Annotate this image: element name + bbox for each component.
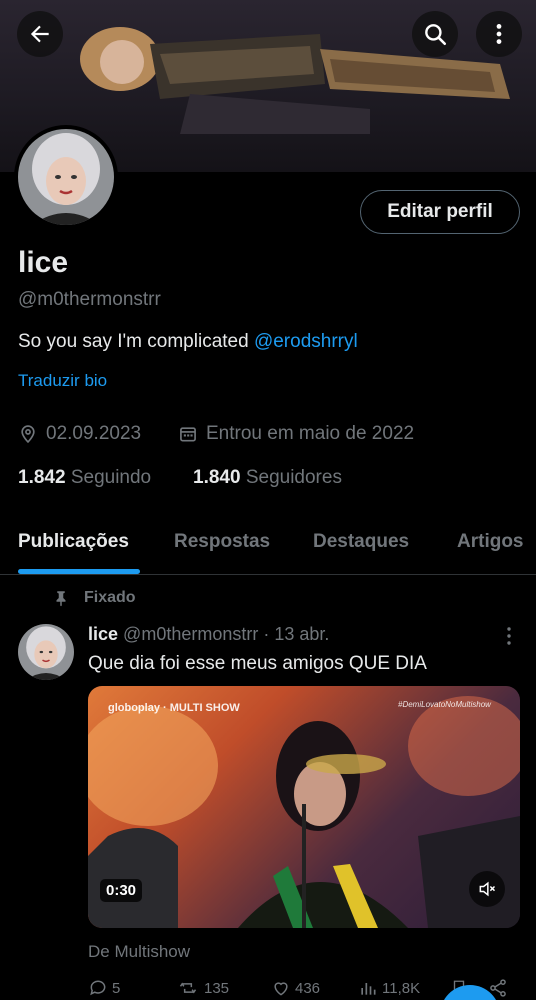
tweet-handle-date: @m0thermonstrr · 13 abr. [123,624,330,644]
profile-handle: @m0thermonstrr [18,289,161,310]
mute-button[interactable] [469,871,505,907]
views-count: 11,8K [382,979,421,997]
tab-destaques[interactable]: Destaques [313,531,409,553]
tweet-avatar[interactable] [18,624,74,680]
tweet-author-name[interactable]: lice [88,624,118,644]
video-duration: 0:30 [100,879,143,902]
edit-profile-button[interactable]: Editar perfil [360,190,520,234]
followers-link[interactable]: 1.840 Seguidores [193,467,342,489]
birthday-meta: 02.09.2023 [18,423,141,445]
joined-text: Entrou em maio de 2022 [206,423,415,444]
tab-artigos[interactable]: Artigos [457,531,524,553]
tweet-avatar-photo [18,624,74,680]
pin-icon [56,591,66,607]
video-frame [88,696,520,928]
like-button[interactable]: 436 [271,978,320,998]
reply-count: 5 [112,979,121,997]
avatar-photo [18,129,114,225]
tweet-header: lice @m0thermonstrr · 13 abr. [88,624,329,645]
tweet-video[interactable]: globoplay · MULTI SHOW #DemiLovatoNoMult… [88,686,520,928]
heart-icon [274,982,288,996]
search-icon [425,24,447,46]
video-logo: globoplay · MULTI SHOW [108,702,240,714]
tweet-text: Que dia foi esse meus amigos QUE DIA [88,653,427,674]
profile-name: lice [18,246,69,279]
views-chart-icon [361,983,376,995]
following-link[interactable]: 1.842 Seguindo [18,467,151,489]
retweet-count: 135 [204,979,230,997]
followers-count: 1.840 [193,467,241,488]
tab-publicacoes[interactable]: Publicações [18,531,129,553]
following-label: Seguindo [70,467,152,488]
following-count: 1.842 [18,467,66,488]
more-vertical-icon [507,627,511,645]
profile-tabs: Publicações Respostas Destaques Artigos [0,515,536,575]
tweet-more-button[interactable] [502,626,516,651]
translate-bio-link[interactable]: Traduzir bio [18,371,107,391]
birthday-text: 02.09.2023 [46,423,142,444]
bio-mention-link[interactable]: @erodshrryl [254,331,358,352]
more-vertical-icon [496,24,502,44]
tab-respostas[interactable]: Respostas [174,531,270,553]
profile-avatar[interactable] [14,125,118,229]
location-pin-icon [21,425,35,444]
followers-label: Seguidores [245,467,342,488]
pinned-text: Fixado [84,589,136,606]
search-button[interactable] [412,11,458,57]
joined-meta: Entrou em maio de 2022 [178,423,414,445]
reply-icon [90,980,106,996]
media-source[interactable]: De Multishow [88,942,190,962]
like-count: 436 [295,979,321,997]
volume-muted-icon [479,881,496,897]
bio-text: So you say I'm complicated [18,331,254,352]
arrow-left-icon [30,25,49,43]
views-button[interactable]: 11,8K [358,978,420,998]
retweet-button[interactable]: 135 [176,978,229,998]
active-tab-indicator [18,569,140,574]
more-options-button[interactable] [476,11,522,57]
profile-bio: So you say I'm complicated @erodshrryl [18,331,358,353]
reply-button[interactable]: 5 [88,978,120,998]
video-hashtag: #DemiLovatoNoMultishow [398,700,491,709]
back-button[interactable] [17,11,63,57]
retweet-icon [179,982,197,994]
calendar-icon [180,427,196,442]
pinned-label: Fixado [52,589,136,607]
